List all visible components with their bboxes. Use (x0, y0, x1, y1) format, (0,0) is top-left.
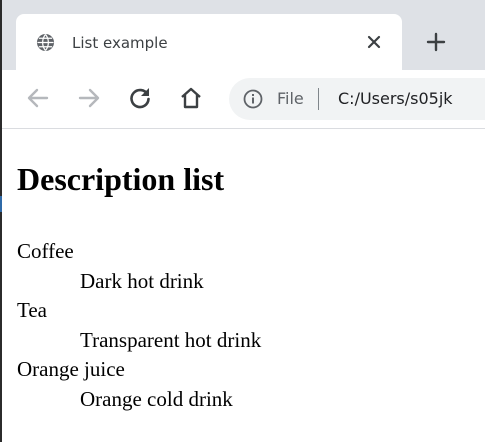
url-text[interactable]: C:/Users/s05jk (338, 89, 453, 108)
address-bar[interactable]: File C:/Users/s05jk (229, 78, 485, 120)
scheme-label: File (277, 89, 304, 108)
reload-icon[interactable] (127, 85, 153, 111)
list-description: Transparent hot drink (80, 327, 262, 352)
window-edge-accent (0, 196, 2, 212)
list-description: Dark hot drink (80, 268, 204, 293)
list-term: Tea (17, 298, 48, 322)
tab-strip: List example (0, 0, 485, 70)
forward-arrow-icon[interactable] (76, 85, 102, 111)
page-title: Description list (17, 161, 225, 197)
window-edge (0, 0, 2, 442)
tab-list-example[interactable]: List example (16, 14, 402, 70)
back-arrow-icon[interactable] (25, 85, 51, 111)
info-icon[interactable] (243, 89, 263, 109)
list-term: Coffee (17, 239, 74, 263)
globe-icon (36, 33, 55, 52)
address-separator (318, 88, 319, 110)
home-icon[interactable] (178, 85, 204, 111)
plus-icon[interactable] (424, 30, 448, 54)
description-list: Coffee Dark hot drink Tea Transparent ho… (17, 237, 261, 414)
toolbar: File C:/Users/s05jk (0, 70, 485, 129)
list-term: Orange juice (17, 357, 125, 381)
page-content: Description list Coffee Dark hot drink T… (0, 129, 485, 442)
list-description: Orange cold drink (80, 386, 233, 411)
tab-title: List example (72, 34, 168, 52)
close-icon[interactable] (364, 32, 384, 52)
